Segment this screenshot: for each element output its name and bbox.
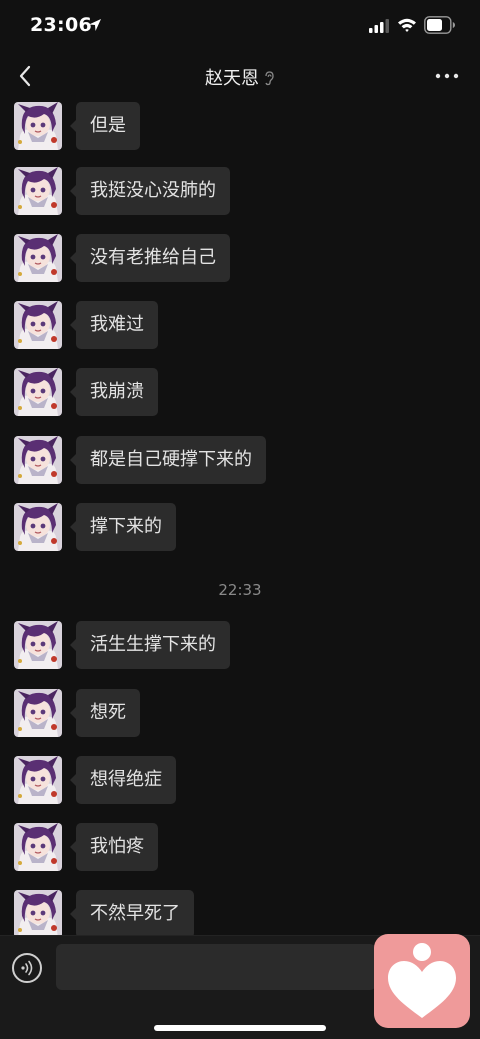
heart-widget-button[interactable] xyxy=(374,934,470,1028)
status-time: 23:06 xyxy=(30,14,92,36)
voice-input-button[interactable] xyxy=(12,953,42,983)
contact-avatar[interactable] xyxy=(14,301,62,349)
message-bubble[interactable]: 活生生撑下来的 xyxy=(70,621,230,669)
wifi-icon xyxy=(398,18,416,32)
heart-figure-icon xyxy=(388,943,456,1018)
contact-avatar[interactable] xyxy=(14,689,62,737)
cellular-signal-icon xyxy=(369,19,389,33)
contact-avatar[interactable] xyxy=(14,756,62,804)
contact-avatar[interactable] xyxy=(14,102,62,150)
message-bubble[interactable]: 我难过 xyxy=(70,301,158,349)
battery-icon xyxy=(424,16,455,34)
message-input[interactable] xyxy=(56,944,376,990)
message-bubble[interactable]: 都是自己硬撑下来的 xyxy=(70,436,266,484)
contact-avatar[interactable] xyxy=(14,621,62,669)
message-bubble[interactable]: 想死 xyxy=(70,689,140,737)
location-arrow-icon xyxy=(89,19,101,31)
contact-avatar[interactable] xyxy=(14,234,62,282)
message-bubble[interactable]: 撑下来的 xyxy=(70,503,176,551)
message-bubble[interactable]: 我怕疼 xyxy=(70,823,158,871)
chat-header: 赵天恩 xyxy=(0,52,480,100)
message-bubble[interactable]: 我崩溃 xyxy=(70,368,158,416)
contact-avatar[interactable] xyxy=(14,503,62,551)
status-bar: 23:06 xyxy=(0,0,480,52)
contact-avatar[interactable] xyxy=(14,823,62,871)
message-bubble[interactable]: 我挺没心没肺的 xyxy=(70,167,230,215)
chat-title-row: 赵天恩 xyxy=(0,64,480,90)
voice-input-icon xyxy=(21,960,33,976)
message-bubble[interactable]: 不然早死了 xyxy=(70,890,194,935)
contact-avatar[interactable] xyxy=(14,167,62,215)
timestamp-separator: 22:33 xyxy=(218,581,262,599)
message-bubble[interactable]: 没有老推给自己 xyxy=(70,234,230,282)
contact-avatar[interactable] xyxy=(14,368,62,416)
message-bubble[interactable]: 但是 xyxy=(70,102,140,150)
contact-avatar[interactable] xyxy=(14,890,62,935)
contact-avatar[interactable] xyxy=(14,436,62,484)
home-indicator xyxy=(154,1025,326,1031)
message-bubble[interactable]: 想得绝症 xyxy=(70,756,176,804)
more-options-icon[interactable] xyxy=(434,68,460,84)
contact-name[interactable]: 赵天恩 xyxy=(205,68,259,89)
message-list[interactable]: 但是 我挺没心没肺的 没有老推给自己 我难过 我崩溃 都是自己硬撑下来的 撑下来… xyxy=(0,100,480,935)
earpiece-mode-icon xyxy=(265,71,274,86)
